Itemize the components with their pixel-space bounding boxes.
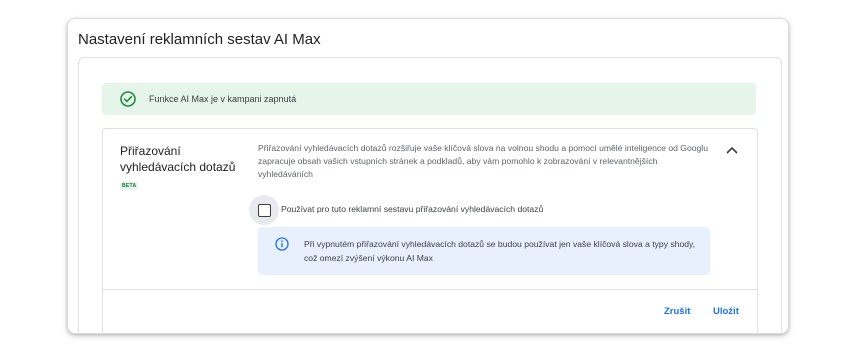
check-circle-icon <box>119 90 137 108</box>
banner-text: Funkce AI Max je v kampani zapnutá <box>149 94 297 104</box>
search-term-matching-checkbox[interactable] <box>249 195 279 225</box>
checkbox-label[interactable]: Používat pro tuto reklamní sestavu přiřa… <box>281 204 543 214</box>
info-box: Při vypnutém přiřazování vyhledávacích d… <box>258 227 710 275</box>
section-description: Přiřazování vyhledávacích dotazů rozšiřu… <box>258 143 708 179</box>
chevron-up-icon <box>726 147 738 154</box>
checkbox-box <box>257 203 271 217</box>
status-banner: Funkce AI Max je v kampani zapnutá <box>102 83 756 115</box>
save-button[interactable]: Uložit <box>713 306 739 317</box>
settings-dialog: Nastavení reklamních sestav AI Max Funkc… <box>67 18 789 334</box>
cancel-button[interactable]: Zrušit <box>664 306 690 317</box>
info-icon <box>275 237 289 251</box>
search-term-matching-card: Přiřazování vyhledávacích dotazů BETA Př… <box>102 128 758 333</box>
settings-panel: Funkce AI Max je v kampani zapnutá Přiřa… <box>78 57 782 333</box>
divider <box>103 289 757 290</box>
beta-badge: BETA <box>120 182 139 190</box>
dialog-title: Nastavení reklamních sestav AI Max <box>78 31 321 48</box>
info-text: Při vypnutém přiřazování vyhledávacích d… <box>304 239 696 263</box>
collapse-button[interactable] <box>723 141 741 159</box>
section-title: Přiřazování vyhledávacích dotazů <box>120 144 236 174</box>
